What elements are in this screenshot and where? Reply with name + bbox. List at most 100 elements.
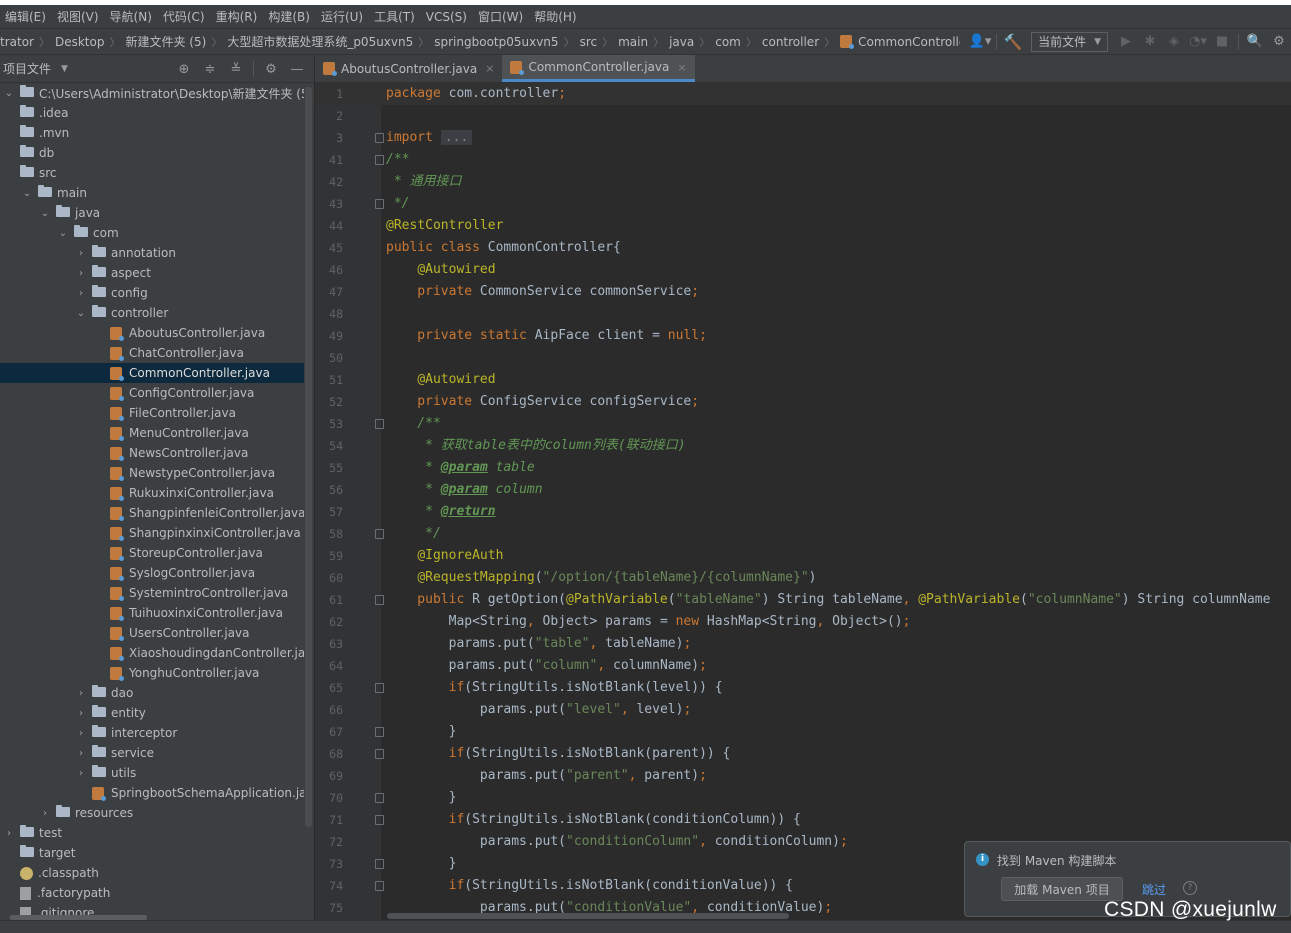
tree-row-java[interactable]: ⌄ java bbox=[0, 203, 304, 223]
tree-row-aspect[interactable]: › aspect bbox=[0, 263, 304, 283]
code-line[interactable]: 70 } bbox=[315, 787, 1291, 809]
expand-all-icon[interactable]: ≑ bbox=[197, 58, 223, 80]
fold-marker-icon[interactable] bbox=[375, 793, 384, 803]
tree-row-newstypecontroller-java[interactable]: ›NewstypeController.java bbox=[0, 463, 304, 483]
chevron-right-icon[interactable]: › bbox=[75, 728, 87, 739]
fold-marker-icon[interactable] bbox=[375, 595, 384, 605]
tree-row-interceptor[interactable]: › interceptor bbox=[0, 723, 304, 743]
tree-row-tuihuoxinxicontroller-java[interactable]: ›TuihuoxinxiController.java bbox=[0, 603, 304, 623]
profiler-icon[interactable]: ◔▾ bbox=[1186, 31, 1210, 53]
chevron-down-icon[interactable]: ⌄ bbox=[39, 208, 51, 219]
code-line[interactable]: 41 /** bbox=[315, 149, 1291, 171]
tree-row-storeupcontroller-java[interactable]: ›StoreupController.java bbox=[0, 543, 304, 563]
fold-marker-icon[interactable] bbox=[375, 683, 384, 693]
chevron-right-icon[interactable]: › bbox=[75, 708, 87, 719]
tree-row-test[interactable]: › test bbox=[0, 823, 304, 843]
code-editor[interactable]: 1 package com.controller; 2 3 import ... 41 /*… bbox=[315, 83, 1291, 920]
run-icon[interactable]: ▶ bbox=[1114, 31, 1138, 53]
code-line[interactable]: 52 private ConfigService configService; bbox=[315, 391, 1291, 413]
code-line[interactable]: 64 params.put("column", columnName); bbox=[315, 655, 1291, 677]
code-line[interactable]: 60 @RequestMapping("/option/{tableName}/… bbox=[315, 567, 1291, 589]
code-line[interactable]: 61 public R getOption(@PathVariable("tab… bbox=[315, 589, 1291, 611]
tree-row-service[interactable]: › service bbox=[0, 743, 304, 763]
tree-row-shangpinxinxicontroller-java[interactable]: ›ShangpinxinxiController.java bbox=[0, 523, 304, 543]
code-line[interactable]: 59 @IgnoreAuth bbox=[315, 545, 1291, 567]
run-configuration-select[interactable]: 当前文件 ▼ bbox=[1031, 31, 1108, 52]
fold-marker-icon[interactable] bbox=[375, 815, 384, 825]
fold-marker-icon[interactable] bbox=[375, 749, 384, 759]
menu-item[interactable]: 导航(N) bbox=[105, 8, 158, 25]
tree-row-syslogcontroller-java[interactable]: ›SyslogController.java bbox=[0, 563, 304, 583]
tree-row-classpath[interactable]: ›.classpath bbox=[0, 863, 304, 883]
breadcrumb-item[interactable]: controller bbox=[762, 35, 819, 49]
hide-panel-icon[interactable]: — bbox=[284, 58, 310, 80]
tree-row-chatcontroller-java[interactable]: ›ChatController.java bbox=[0, 343, 304, 363]
tree-row-factorypath[interactable]: ›.factorypath bbox=[0, 883, 304, 903]
tree-row-resources[interactable]: › resources bbox=[0, 803, 304, 823]
chevron-down-icon[interactable]: ⌄ bbox=[57, 228, 69, 239]
tree-row-springbootschemaapplication-java[interactable]: ›SpringbootSchemaApplication.java bbox=[0, 783, 304, 803]
menu-item[interactable]: 运行(U) bbox=[316, 8, 369, 25]
tree-row-configcontroller-java[interactable]: ›ConfigController.java bbox=[0, 383, 304, 403]
tree-row-filecontroller-java[interactable]: ›FileController.java bbox=[0, 403, 304, 423]
tree-row-controller[interactable]: ⌄ controller bbox=[0, 303, 304, 323]
close-icon[interactable]: × bbox=[485, 62, 494, 75]
tree-row-annotation[interactable]: › annotation bbox=[0, 243, 304, 263]
stop-icon[interactable]: ■ bbox=[1210, 31, 1234, 53]
chevron-right-icon[interactable]: › bbox=[39, 808, 51, 819]
fold-marker-icon[interactable] bbox=[375, 727, 384, 737]
tree-row-config[interactable]: › config bbox=[0, 283, 304, 303]
code-line[interactable]: 54 * 获取table表中的column列表(联动接口) bbox=[315, 435, 1291, 457]
tab-aboutuscontroller-java[interactable]: AboutusController.java × bbox=[315, 55, 502, 82]
close-icon[interactable]: × bbox=[677, 61, 686, 74]
code-line[interactable]: 68 if(StringUtils.isNotBlank(parent)) { bbox=[315, 743, 1291, 765]
tab-commoncontroller-java[interactable]: CommonController.java × bbox=[502, 55, 695, 82]
code-line[interactable]: 47 private CommonService commonService; bbox=[315, 281, 1291, 303]
tree-row-dao[interactable]: › dao bbox=[0, 683, 304, 703]
tree-row-utils[interactable]: › utils bbox=[0, 763, 304, 783]
chevron-right-icon[interactable]: › bbox=[75, 288, 87, 299]
menu-item[interactable]: 代码(C) bbox=[158, 8, 211, 25]
code-line[interactable]: 65 if(StringUtils.isNotBlank(level)) { bbox=[315, 677, 1291, 699]
tree-row-yonghucontroller-java[interactable]: ›YonghuController.java bbox=[0, 663, 304, 683]
tree-row-commoncontroller-java[interactable]: ›CommonController.java bbox=[0, 363, 304, 383]
user-icon[interactable]: 👤▾ bbox=[968, 31, 992, 53]
code-line[interactable]: 1 package com.controller; bbox=[315, 83, 1291, 105]
menu-item[interactable]: 工具(T) bbox=[369, 8, 421, 25]
menu-item[interactable]: 重构(R) bbox=[211, 8, 264, 25]
tree-row-com[interactable]: ⌄ com bbox=[0, 223, 304, 243]
code-line[interactable]: 49 private static AipFace client = null; bbox=[315, 325, 1291, 347]
code-line[interactable]: 53 /** bbox=[315, 413, 1291, 435]
code-line[interactable]: 46 @Autowired bbox=[315, 259, 1291, 281]
chevron-down-icon[interactable]: ⌄ bbox=[21, 188, 33, 199]
skip-link[interactable]: 跳过 bbox=[1142, 881, 1166, 898]
chevron-down-icon[interactable]: ⌄ bbox=[3, 88, 15, 99]
settings-gear-icon[interactable]: ⚙ bbox=[1267, 31, 1291, 53]
code-line[interactable]: 43 */ bbox=[315, 193, 1291, 215]
code-line[interactable]: 56 * @param column bbox=[315, 479, 1291, 501]
tree-row-db[interactable]: ›db bbox=[0, 143, 304, 163]
tree-row-aboutuscontroller-java[interactable]: ›AboutusController.java bbox=[0, 323, 304, 343]
tree-row-menucontroller-java[interactable]: ›MenuController.java bbox=[0, 423, 304, 443]
chevron-right-icon[interactable]: › bbox=[75, 268, 87, 279]
chevron-down-icon[interactable]: ▼ bbox=[61, 64, 68, 74]
tree-row-rukuxinxicontroller-java[interactable]: ›RukuxinxiController.java bbox=[0, 483, 304, 503]
debug-icon[interactable]: ✱ bbox=[1138, 31, 1162, 53]
code-line[interactable]: 50 bbox=[315, 347, 1291, 369]
fold-marker-icon[interactable] bbox=[375, 133, 384, 143]
tree-row-shangpinfenleicontroller-java[interactable]: ›ShangpinfenleiController.java bbox=[0, 503, 304, 523]
build-hammer-icon[interactable]: 🔨 bbox=[1001, 31, 1025, 53]
locate-file-icon[interactable]: ⊕ bbox=[171, 58, 197, 80]
code-token[interactable]: ... bbox=[440, 130, 473, 145]
code-line[interactable]: 66 params.put("level", level); bbox=[315, 699, 1291, 721]
tree-row-xiaoshoudingdancontroller-java[interactable]: ›XiaoshoudingdanController.java bbox=[0, 643, 304, 663]
horizontal-scrollbar[interactable] bbox=[387, 913, 789, 919]
code-line[interactable]: 2 bbox=[315, 105, 1291, 127]
code-line[interactable]: 69 params.put("parent", parent); bbox=[315, 765, 1291, 787]
tree-row-mvn[interactable]: ›.mvn bbox=[0, 123, 304, 143]
tree-row-c-users-administrator-desktop-5[interactable]: ⌄ C:\Users\Administrator\Desktop\新建文件夹 (5… bbox=[0, 83, 304, 103]
breadcrumb-item[interactable]: trator bbox=[0, 35, 34, 49]
menu-item[interactable]: 视图(V) bbox=[52, 8, 105, 25]
fold-marker-icon[interactable] bbox=[375, 859, 384, 869]
code-line[interactable]: 48 bbox=[315, 303, 1291, 325]
